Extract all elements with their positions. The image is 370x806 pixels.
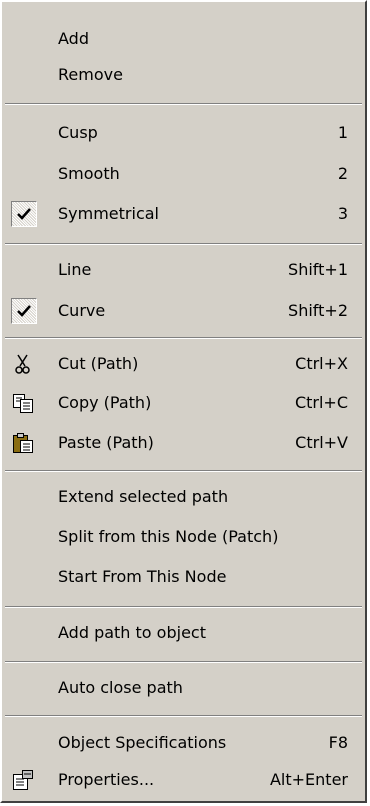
menu-item-add-path-to-object[interactable]: Add path to object [2, 616, 365, 650]
copy-icon [12, 392, 34, 414]
menu-item-extend-selected-path[interactable]: Extend selected path [2, 480, 365, 514]
menu-item-label: Symmetrical [58, 204, 159, 223]
menu-separator [5, 103, 362, 105]
menu-item-shortcut: F8 [328, 733, 348, 752]
menu-item-shortcut: 2 [337, 164, 348, 183]
menu-item-label: Cusp [58, 123, 98, 142]
menu-separator [5, 470, 362, 472]
menu-item-label: Properties... [58, 770, 155, 789]
menu-separator [5, 243, 362, 245]
menu-item-remove[interactable]: Remove [2, 58, 365, 92]
menu-item-auto-close-path[interactable]: Auto close path [2, 671, 365, 705]
menu-item-paste[interactable]: Paste (Path) Ctrl+V [2, 426, 365, 460]
paste-icon [12, 432, 34, 454]
menu-item-shortcut: Ctrl+X [295, 354, 348, 373]
menu-separator [5, 337, 362, 339]
menu-separator [5, 661, 362, 663]
menu-item-add[interactable]: Add [2, 22, 365, 56]
menu-item-label: Add [58, 29, 89, 48]
menu-item-curve[interactable]: Curve Shift+2 [2, 294, 365, 328]
checkmark-icon [11, 298, 37, 324]
menu-item-label: Start From This Node [58, 567, 227, 586]
menu-item-properties[interactable]: Properties... Alt+Enter [2, 763, 365, 797]
context-menu: Add Remove Cusp 1 Smooth 2 Symmetrical 3… [0, 0, 367, 803]
menu-item-label: Copy (Path) [58, 393, 152, 412]
menu-item-object-specifications[interactable]: Object Specifications F8 [2, 726, 365, 760]
menu-item-label: Cut (Path) [58, 354, 139, 373]
menu-separator [5, 606, 362, 608]
properties-icon [12, 769, 34, 791]
menu-item-split-from-node[interactable]: Split from this Node (Patch) [2, 520, 365, 554]
menu-item-label: Line [58, 260, 92, 279]
menu-item-shortcut: Alt+Enter [269, 770, 348, 789]
menu-item-smooth[interactable]: Smooth 2 [2, 157, 365, 191]
menu-item-label: Split from this Node (Patch) [58, 527, 279, 546]
menu-item-shortcut: 1 [337, 123, 348, 142]
menu-item-start-from-node[interactable]: Start From This Node [2, 560, 365, 594]
scissors-icon [12, 353, 34, 375]
menu-item-symmetrical[interactable]: Symmetrical 3 [2, 197, 365, 231]
checkmark-icon [11, 201, 37, 227]
menu-item-cusp[interactable]: Cusp 1 [2, 116, 365, 150]
menu-item-label: Extend selected path [58, 487, 229, 506]
menu-item-shortcut: 3 [337, 204, 348, 223]
menu-item-label: Paste (Path) [58, 433, 154, 452]
menu-item-label: Object Specifications [58, 733, 227, 752]
menu-item-cut[interactable]: Cut (Path) Ctrl+X [2, 347, 365, 381]
menu-item-label: Curve [58, 301, 106, 320]
menu-item-label: Smooth [58, 164, 120, 183]
menu-item-shortcut: Ctrl+V [295, 433, 348, 452]
menu-item-copy[interactable]: Copy (Path) Ctrl+C [2, 386, 365, 420]
menu-item-shortcut: Ctrl+C [294, 393, 348, 412]
menu-item-label: Add path to object [58, 623, 206, 642]
menu-item-shortcut: Shift+2 [288, 301, 348, 320]
menu-item-label: Auto close path [58, 678, 183, 697]
menu-item-label: Remove [58, 65, 123, 84]
menu-item-shortcut: Shift+1 [288, 260, 348, 279]
menu-separator [5, 715, 362, 717]
menu-item-line[interactable]: Line Shift+1 [2, 253, 365, 287]
